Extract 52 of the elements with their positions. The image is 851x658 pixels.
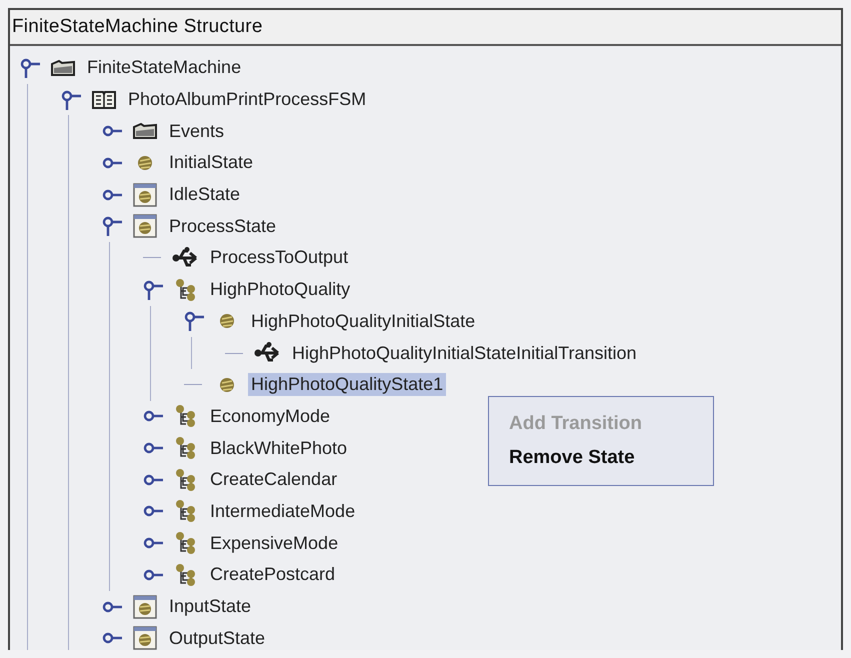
tree-item[interactable]: InputState xyxy=(166,595,254,618)
hierarchy-icon xyxy=(174,499,198,524)
tree-item[interactable]: HighPhotoQualityState1 xyxy=(248,373,446,396)
tree-item[interactable]: Events xyxy=(166,120,228,143)
collapsed-handle-icon[interactable] xyxy=(143,474,165,486)
hierarchy-icon xyxy=(174,436,198,460)
expanded-handle-icon[interactable] xyxy=(61,88,83,111)
collapsed-handle-icon[interactable] xyxy=(102,632,124,644)
collapsed-handle-icon[interactable] xyxy=(102,156,124,169)
state-window-icon xyxy=(133,182,157,207)
tree-item[interactable]: ProcessState xyxy=(166,214,280,238)
hierarchy-icon xyxy=(174,404,198,428)
collapsed-handle-icon[interactable] xyxy=(102,125,124,138)
ball-icon xyxy=(219,376,235,393)
tree-item[interactable]: ProcessToOutput xyxy=(207,246,352,270)
ball-icon xyxy=(137,154,153,171)
collapsed-handle-icon[interactable] xyxy=(143,442,165,454)
collapsed-handle-icon[interactable] xyxy=(143,505,165,518)
state-window-icon xyxy=(133,214,157,238)
tree-item[interactable]: ExpensiveMode xyxy=(207,532,342,555)
collapsed-handle-icon[interactable] xyxy=(143,568,165,581)
ball-icon xyxy=(219,313,235,330)
book-icon xyxy=(91,88,117,111)
collapsed-handle-icon[interactable] xyxy=(102,188,124,201)
tree-item[interactable]: HighPhotoQualityInitialStateInitialTransition xyxy=(289,342,640,365)
tree-item[interactable]: EconomyMode xyxy=(207,404,334,428)
folder-icon xyxy=(50,58,76,77)
hierarchy-icon xyxy=(174,278,198,302)
tree-item[interactable]: HighPhotoQualityInitialState xyxy=(248,310,478,333)
hierarchy-icon xyxy=(174,531,198,556)
tree-item[interactable]: PhotoAlbumPrintProcessFSM xyxy=(125,88,370,112)
tree-item[interactable]: CreateCalendar xyxy=(207,468,340,492)
expanded-handle-icon[interactable] xyxy=(184,310,206,332)
tree-item[interactable]: InitialState xyxy=(166,151,256,174)
tree-item[interactable]: HighPhotoQuality xyxy=(207,278,354,302)
expanded-handle-icon[interactable] xyxy=(20,56,42,79)
hierarchy-icon xyxy=(174,468,198,492)
expanded-handle-icon[interactable] xyxy=(143,278,165,301)
tree-item[interactable]: OutputState xyxy=(166,626,268,650)
tree-item[interactable]: BlackWhitePhoto xyxy=(207,436,350,460)
tree-item[interactable]: IntermediateMode xyxy=(207,500,358,523)
collapsed-handle-icon[interactable] xyxy=(143,537,165,550)
hierarchy-icon xyxy=(174,562,198,587)
tree-item[interactable]: FiniteStateMachine xyxy=(84,56,244,80)
tree-item[interactable]: IdleState xyxy=(166,183,244,206)
state-window-icon xyxy=(133,594,157,619)
menu-item[interactable]: Remove State xyxy=(489,441,713,475)
collapsed-handle-icon[interactable] xyxy=(143,410,165,422)
collapsed-handle-icon[interactable] xyxy=(102,600,124,613)
folder-icon xyxy=(132,122,158,140)
tree-item[interactable]: CreatePostcard xyxy=(207,563,338,586)
expanded-handle-icon[interactable] xyxy=(102,215,124,238)
